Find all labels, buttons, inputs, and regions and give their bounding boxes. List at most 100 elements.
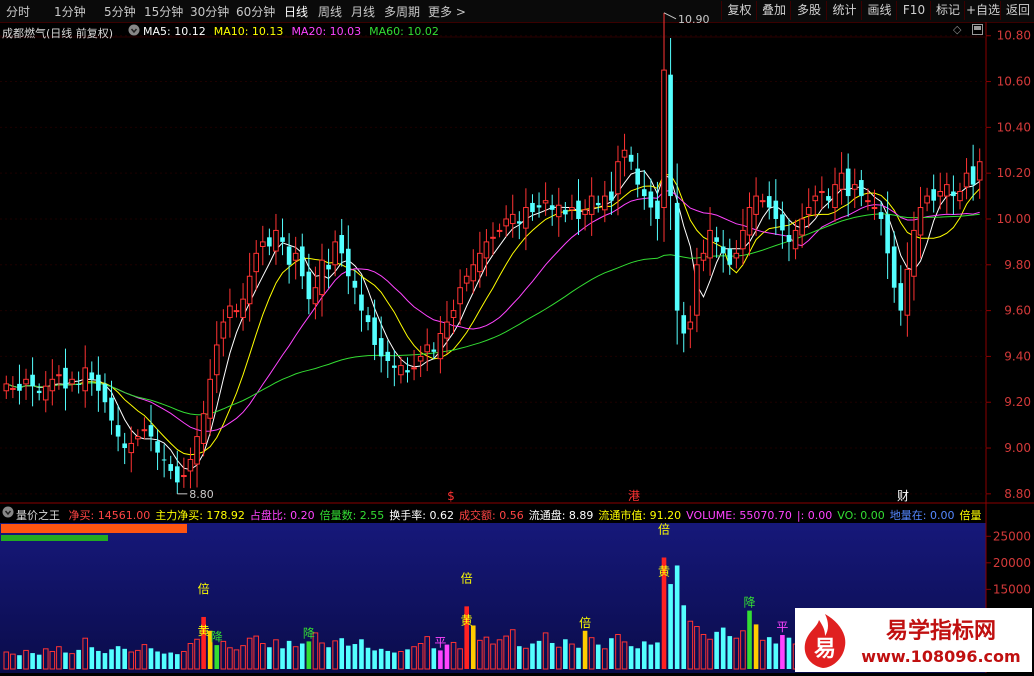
ma10-line: [6, 174, 981, 456]
candle-body: [904, 268, 911, 316]
volume-bar: [628, 646, 634, 669]
diamond-icon[interactable]: ◇: [953, 23, 961, 36]
price-tick-label: 10.40: [997, 120, 1031, 134]
volume-bar: [76, 649, 81, 669]
candle-body: [792, 229, 799, 250]
volume-signal-marker: 降: [744, 596, 756, 610]
volume-bar: [102, 653, 108, 669]
candle-body: [976, 161, 983, 181]
candle-body: [292, 252, 299, 261]
volume-bar: [96, 650, 101, 669]
candle-body: [674, 202, 680, 311]
candle-body: [306, 271, 312, 300]
indicator-field: 倍量数: 2.55: [319, 509, 385, 522]
candle-body: [82, 367, 89, 392]
volume-signal-marker: 平: [776, 620, 788, 634]
candle-body: [10, 387, 16, 390]
window-toggle-icon[interactable]: [972, 24, 983, 38]
volume-bar: [753, 624, 759, 669]
volume-bar: [648, 644, 654, 669]
candle-body: [365, 315, 371, 323]
ma-legend: MA5: 10.12 MA10: 10.13 MA20: 10.03 MA60: 10…: [143, 25, 447, 38]
high-price-label: 10.90: [678, 13, 710, 26]
watermark: 易 易学指标网 www.108096.com: [795, 608, 1032, 672]
indicator-field: |: 0.00: [796, 509, 833, 522]
candle-body: [963, 172, 970, 188]
volume-bar: [674, 565, 680, 669]
candle-body: [845, 168, 851, 197]
candle-body: [555, 204, 562, 218]
volume-signal-marker: 倍: [658, 522, 670, 537]
volume-bar: [339, 638, 345, 669]
indicator-field: VO: 0.00: [837, 509, 885, 522]
candle-body: [437, 333, 444, 360]
settings-icon[interactable]: [128, 24, 140, 39]
volume-signal-marker: 平: [434, 635, 446, 649]
volume-bar: [470, 625, 476, 669]
gear-icon: [2, 506, 14, 518]
candle-body: [42, 385, 49, 401]
event-marker[interactable]: 财: [897, 489, 909, 503]
volume-bar: [174, 654, 180, 669]
volume-bar: [30, 653, 35, 669]
indicator-field: 地量在: 0.00: [889, 509, 955, 522]
candle-body: [727, 248, 733, 265]
candle-body: [359, 294, 364, 311]
candle-body: [753, 195, 759, 215]
volume-signal-marker: 倍: [198, 581, 210, 596]
volume-bar: [352, 644, 358, 669]
candle-body: [911, 229, 917, 277]
candle-body: [174, 466, 180, 483]
candle-body: [96, 374, 101, 391]
candle-body: [917, 207, 924, 236]
candle-body: [3, 383, 10, 392]
indicator-settings-icon[interactable]: [2, 506, 14, 521]
candle-body: [89, 372, 95, 380]
candle-body: [280, 237, 285, 242]
ma-value: MA20: 10.03: [291, 25, 362, 38]
candle-body: [576, 200, 581, 219]
candle-body: [470, 264, 477, 282]
gear-icon: [128, 24, 140, 36]
candle-body: [523, 207, 529, 229]
candle-body: [641, 189, 647, 197]
candle-body: [273, 229, 279, 252]
volume-bar: [641, 641, 647, 669]
candle-body: [267, 237, 272, 247]
candle-body: [135, 436, 141, 440]
candle-body: [431, 349, 437, 352]
candle-body: [517, 221, 522, 224]
candle-body: [286, 246, 292, 265]
volume-signal-marker: 黄: [658, 565, 670, 579]
volume-bar: [365, 647, 371, 669]
candle-body: [483, 241, 490, 259]
candles: [3, 12, 983, 494]
volume-bar: [517, 646, 522, 669]
candle-body: [148, 425, 154, 437]
price-tick-label: 10.00: [997, 212, 1031, 226]
candle-body: [30, 374, 35, 387]
candle-body: [563, 209, 568, 215]
stock-name: 成都燃气(日线 前复权): [2, 27, 114, 40]
volume-tick-label: 25000: [993, 529, 1031, 543]
volume-bar: [372, 650, 377, 669]
event-marker[interactable]: $: [447, 489, 455, 503]
candle-body: [128, 442, 135, 454]
candle-body: [181, 475, 187, 478]
volume-tick-label: 15000: [993, 582, 1031, 596]
window-icon: [972, 24, 983, 35]
candle-body: [490, 236, 496, 239]
candle-body: [628, 154, 634, 162]
candle-body: [194, 436, 200, 465]
candle-body: [385, 351, 391, 361]
event-marker[interactable]: 港: [628, 489, 640, 503]
candle-body: [253, 252, 260, 273]
candle-body: [766, 196, 772, 208]
candle-body: [372, 317, 377, 345]
candle-body: [707, 229, 713, 259]
volume-bar: [727, 636, 733, 669]
candle-body: [503, 218, 509, 227]
volume-signal-marker: 倍: [461, 570, 473, 585]
candle-body: [240, 298, 246, 318]
candle-body: [931, 189, 936, 201]
